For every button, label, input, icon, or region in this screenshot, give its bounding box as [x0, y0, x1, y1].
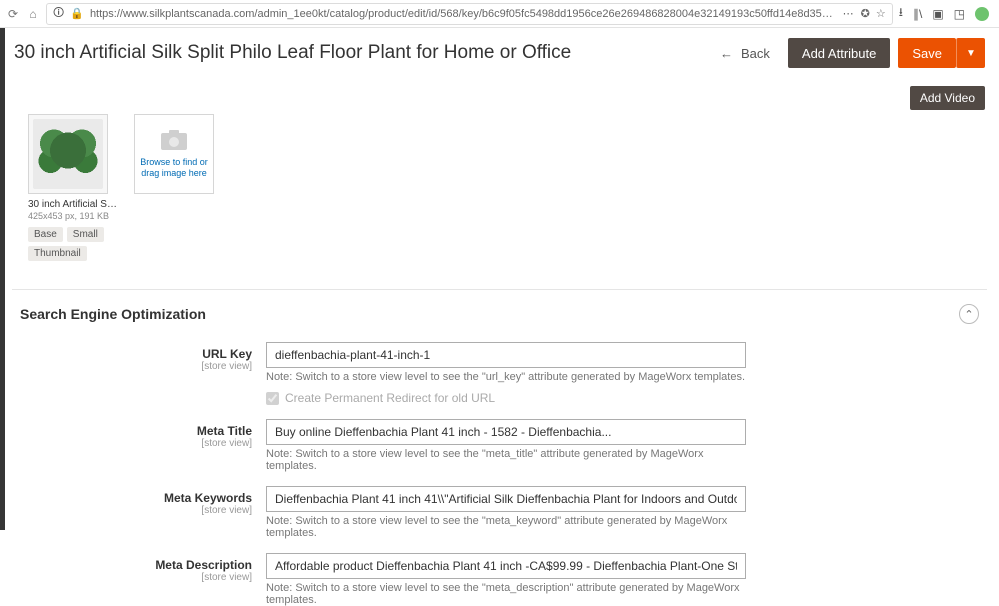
camera-icon: [160, 129, 188, 151]
browser-bar: ⟳ ⌂ 🛈 🔒 https://www.silkplantscanada.com…: [0, 0, 999, 28]
page-title: 30 inch Artificial Silk Split Philo Leaf…: [14, 42, 702, 64]
scope-label: [store view]: [16, 572, 252, 583]
field-meta-title: Meta Title [store view] Note: Switch to …: [16, 419, 983, 472]
admin-nav-stripe: [0, 28, 5, 530]
redirect-checkbox-row[interactable]: Create Permanent Redirect for old URL: [266, 391, 963, 405]
role-tag: Base: [28, 227, 63, 242]
redirect-label: Create Permanent Redirect for old URL: [285, 391, 495, 405]
add-video-button[interactable]: Add Video: [910, 86, 985, 110]
thumb-frame: [28, 114, 108, 194]
meta-keywords-label: Meta Keywords: [164, 491, 252, 505]
back-button[interactable]: ← Back: [710, 38, 780, 68]
image-upload-dropzone[interactable]: Browse to find or drag image here: [134, 114, 214, 194]
url-bar[interactable]: 🛈 🔒 https://www.silkplantscanada.com/adm…: [46, 3, 893, 25]
chevron-up-icon[interactable]: ⌃: [959, 304, 979, 324]
scope-label: [store view]: [16, 438, 252, 449]
upload-text: Browse to find or drag image here: [139, 157, 209, 179]
profile-icon[interactable]: [975, 7, 989, 21]
field-meta-description: Meta Description [store view] Note: Swit…: [16, 553, 983, 606]
meta-keywords-note: Note: Switch to a store view level to se…: [266, 515, 746, 539]
gallery-thumb[interactable]: 30 inch Artificial Silk Sp... 425x453 px…: [28, 114, 118, 261]
toolbar-right: ⭳ ∥\ ▣ ◳: [899, 3, 993, 24]
meta-description-note: Note: Switch to a store view level to se…: [266, 582, 746, 606]
home-icon[interactable]: ⌂: [26, 7, 40, 21]
page-header: 30 inch Artificial Silk Split Philo Leaf…: [0, 28, 999, 78]
meta-description-input[interactable]: [266, 553, 746, 579]
library-icon[interactable]: ∥\: [913, 7, 922, 21]
url-text: https://www.silkplantscanada.com/admin_1…: [90, 8, 837, 20]
download-icon[interactable]: ⭳: [899, 3, 903, 24]
seo-section-title: Search Engine Optimization: [20, 306, 206, 322]
save-dropdown-toggle[interactable]: ▼: [956, 38, 985, 68]
field-url-key: URL Key [store view] Note: Switch to a s…: [16, 342, 983, 405]
window-icon[interactable]: ▣: [932, 7, 943, 21]
seo-section-header[interactable]: Search Engine Optimization ⌃: [16, 300, 983, 336]
thumb-caption: 30 inch Artificial Silk Sp...: [28, 198, 118, 211]
role-tags: Base Small Thumbnail: [28, 227, 118, 261]
save-button-group: Save ▼: [898, 38, 985, 68]
back-label: Back: [741, 46, 770, 61]
scope-label: [store view]: [16, 361, 252, 372]
meta-keywords-input[interactable]: [266, 486, 746, 512]
add-attribute-button[interactable]: Add Attribute: [788, 38, 890, 68]
ellipsis-icon[interactable]: ⋯: [843, 7, 855, 20]
shield-icon: 🛈: [53, 4, 64, 23]
arrow-left-icon: ←: [720, 46, 733, 61]
star-icon[interactable]: ☆: [876, 7, 886, 20]
protection-icon[interactable]: ✪: [861, 7, 870, 20]
save-button[interactable]: Save: [898, 38, 956, 68]
extension-icon[interactable]: ◳: [954, 7, 965, 21]
scope-label: [store view]: [16, 505, 252, 516]
field-meta-keywords: Meta Keywords [store view] Note: Switch …: [16, 486, 983, 539]
thumb-meta: 425x453 px, 191 KB: [28, 211, 118, 221]
url-key-input[interactable]: [266, 342, 746, 368]
plant-image: [33, 119, 103, 189]
url-key-label: URL Key: [202, 347, 252, 361]
meta-title-input[interactable]: [266, 419, 746, 445]
lock-icon: 🔒: [70, 7, 84, 20]
meta-description-label: Meta Description: [155, 558, 252, 572]
seo-section: Search Engine Optimization ⌃ URL Key [st…: [12, 289, 987, 606]
url-key-note: Note: Switch to a store view level to se…: [266, 371, 746, 383]
image-gallery: 30 inch Artificial Silk Sp... 425x453 px…: [0, 114, 999, 275]
redirect-checkbox[interactable]: [266, 392, 279, 405]
meta-title-label: Meta Title: [197, 424, 252, 438]
reload-icon[interactable]: ⟳: [6, 7, 20, 21]
role-tag: Small: [67, 227, 104, 242]
role-tag: Thumbnail: [28, 246, 87, 261]
meta-title-note: Note: Switch to a store view level to se…: [266, 448, 746, 472]
